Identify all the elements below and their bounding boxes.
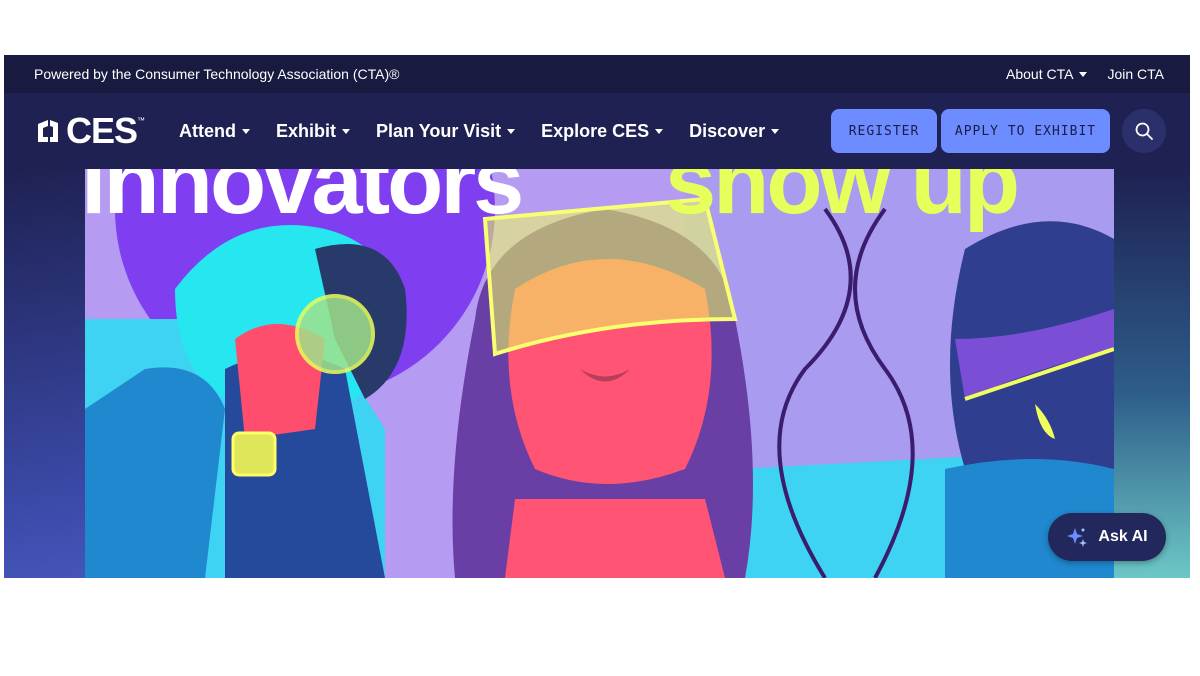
nav-item-discover[interactable]: Discover	[689, 120, 780, 142]
register-button[interactable]: REGISTER	[831, 109, 937, 153]
powered-by-text: Powered by the Consumer Technology Assoc…	[34, 66, 400, 82]
join-cta-link[interactable]: Join CTA	[1107, 66, 1164, 82]
nav-item-exhibit[interactable]: Exhibit	[276, 120, 351, 142]
apply-to-exhibit-button[interactable]: APPLY TO EXHIBIT	[941, 109, 1110, 153]
chevron-down-icon	[771, 128, 780, 134]
chevron-down-icon	[655, 128, 664, 134]
chevron-down-icon	[507, 128, 516, 134]
chevron-down-icon	[342, 128, 351, 134]
nav-item-label: Attend	[179, 120, 237, 141]
utility-bar: Powered by the Consumer Technology Assoc…	[4, 55, 1190, 93]
hero-headline-part1: innovators	[85, 169, 521, 233]
about-cta-label: About CTA	[1006, 66, 1074, 82]
ces-logo-mark-icon	[38, 120, 58, 142]
ask-ai-button[interactable]: Ask AI	[1048, 513, 1166, 561]
nav-item-explore-ces[interactable]: Explore CES	[541, 120, 664, 142]
ces-logo-text: CES	[66, 110, 138, 151]
nav-item-label: Discover	[689, 120, 766, 141]
chevron-down-icon	[242, 128, 251, 134]
search-button[interactable]	[1122, 109, 1166, 153]
hero-illustration: innovators show up	[85, 169, 1114, 578]
nav-item-attend[interactable]: Attend	[179, 120, 251, 142]
ask-ai-label: Ask AI	[1098, 528, 1148, 545]
sparkle-icon	[1067, 528, 1088, 547]
nav-item-label: Plan Your Visit	[376, 120, 502, 141]
nav-item-label: Explore CES	[541, 120, 650, 141]
ces-logo[interactable]: CES ™	[34, 110, 145, 152]
nav-item-plan-your-visit[interactable]: Plan Your Visit	[376, 120, 516, 142]
main-nav: CES ™ Attend Exhibit Plan Your Visit Exp…	[4, 93, 1190, 169]
chevron-down-icon	[1079, 71, 1088, 77]
page-frame: Powered by the Consumer Technology Assoc…	[4, 55, 1190, 578]
about-cta-link[interactable]: About CTA	[1006, 66, 1088, 82]
nav-item-label: Exhibit	[276, 120, 337, 141]
trademark-symbol: ™	[137, 116, 146, 125]
search-icon	[1135, 122, 1153, 140]
hero-headline-part2: show up	[665, 169, 1017, 233]
